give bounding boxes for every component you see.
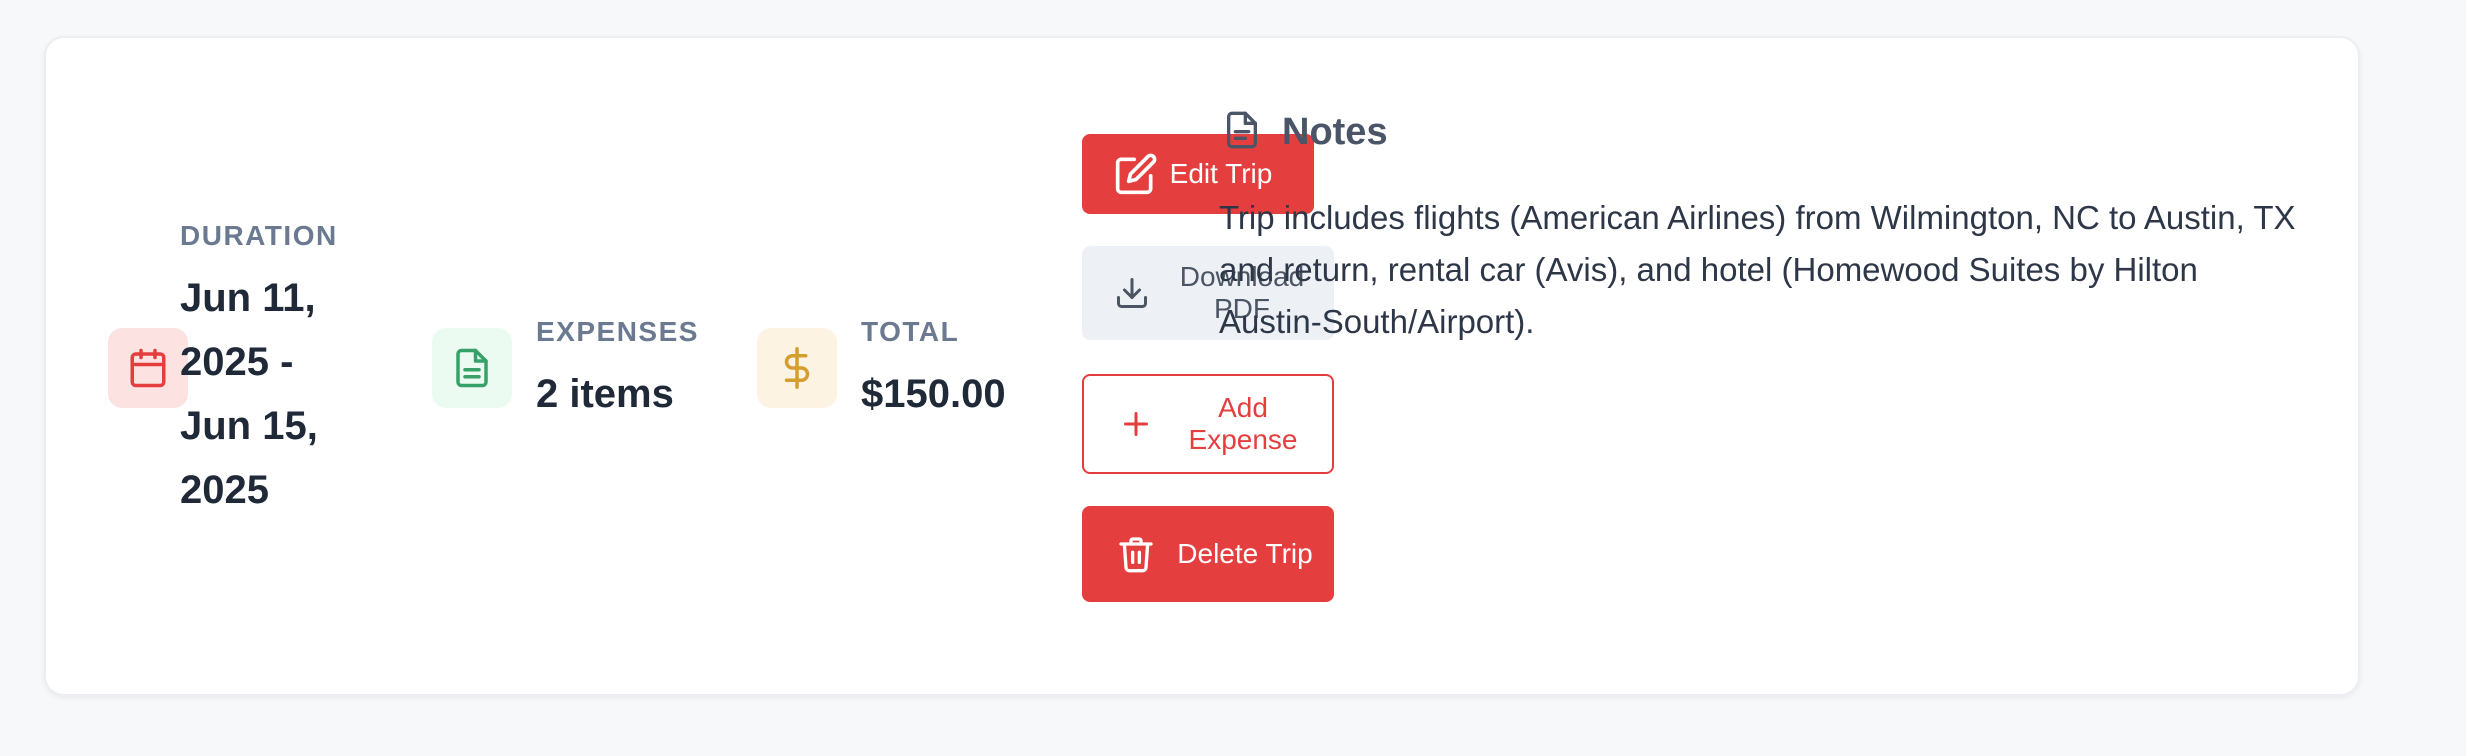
delete-trip-label: Delete Trip — [1177, 538, 1313, 569]
file-text-icon — [456, 348, 488, 388]
duration-value: Jun 11, 2025 - Jun 15, 2025 — [180, 276, 318, 512]
dollar-icon — [784, 347, 810, 389]
expenses-icon-badge — [432, 328, 512, 408]
expenses-value: 2 items — [536, 372, 674, 416]
edit-trip-label: Edit Trip — [1169, 158, 1273, 189]
duration-label: DURATION — [180, 220, 338, 251]
duration-icon-badge — [108, 328, 188, 408]
edit-icon — [1114, 152, 1158, 196]
add-expense-label: Add Expense — [1188, 392, 1298, 455]
total-value: $150.00 — [861, 372, 1006, 416]
trash-icon — [1116, 534, 1156, 574]
document-icon — [1227, 111, 1257, 149]
download-icon — [1114, 275, 1150, 311]
total-label: TOTAL — [861, 316, 960, 347]
notes-title: Notes — [1282, 111, 1388, 153]
plus-icon — [1118, 406, 1154, 442]
calendar-icon — [130, 348, 166, 388]
expenses-label: EXPENSES — [536, 316, 699, 347]
delete-trip-button[interactable]: Delete Trip — [1082, 506, 1334, 602]
add-expense-button[interactable]: Add Expense — [1082, 374, 1334, 474]
total-icon-badge — [757, 328, 837, 408]
notes-text: Trip includes flights (American Airlines… — [1219, 199, 2296, 340]
